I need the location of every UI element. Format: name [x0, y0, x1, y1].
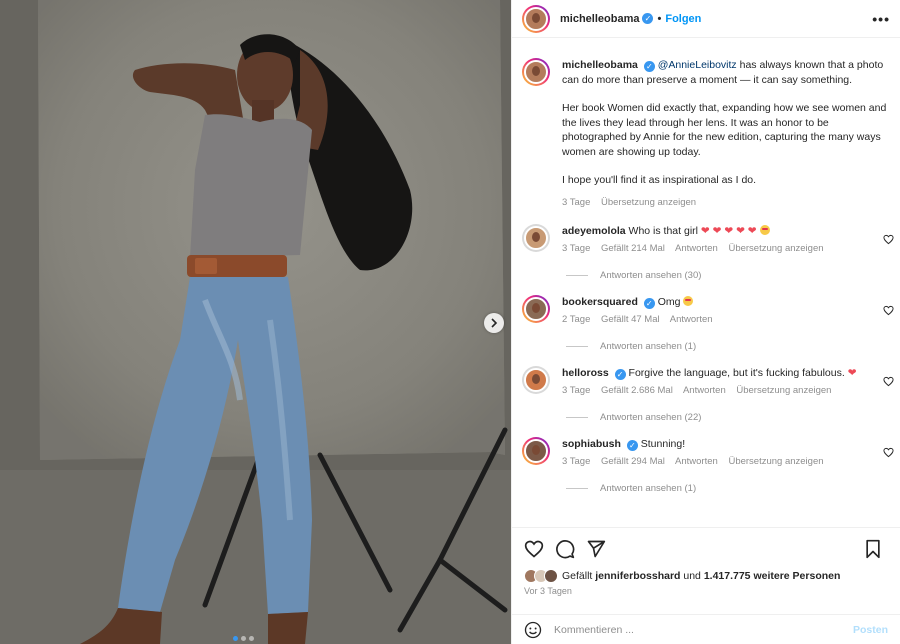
comment-form: Posten	[512, 614, 900, 644]
like-comment-heart-icon[interactable]	[883, 234, 894, 245]
translate-link[interactable]: Übersetzung anzeigen	[736, 385, 831, 396]
save-bookmark-icon[interactable]	[863, 539, 883, 559]
caption-text-3: I hope you'll find it as inspirational a…	[562, 174, 757, 186]
comment-username[interactable]: bookersquared	[562, 296, 638, 308]
comment-input[interactable]	[554, 623, 853, 636]
comment-text: Stunning!	[640, 438, 686, 450]
view-replies-button[interactable]: Antworten ansehen (1)	[566, 483, 900, 494]
comment-text: Forgive the language, but it's fucking f…	[628, 367, 845, 379]
comment-item: helloross ✓ Forgive the language, but it…	[512, 352, 900, 398]
header-username[interactable]: michelleobama	[560, 13, 639, 25]
likes-username[interactable]: jenniferbosshard	[595, 570, 680, 582]
avatar[interactable]	[522, 366, 550, 394]
likes-summary[interactable]: Gefällt jenniferbosshard und 1.417.775 w…	[512, 559, 900, 583]
photo-illustration	[0, 0, 511, 644]
carousel-dot	[233, 636, 238, 641]
carousel-dot	[249, 636, 254, 641]
caption-text-2: Her book Women did exactly that, expandi…	[562, 102, 887, 158]
post-actions: Gefällt jenniferbosshard und 1.417.775 w…	[512, 527, 900, 644]
carousel-dots	[233, 636, 254, 641]
comment-time: 3 Tage	[562, 243, 591, 254]
emoji-picker-icon[interactable]	[524, 621, 542, 639]
avatar	[544, 569, 558, 583]
comment-time: 3 Tage	[562, 456, 591, 467]
caption-time: 3 Tage	[562, 196, 591, 208]
next-photo-button[interactable]	[484, 313, 504, 333]
post-caption: michelleobama ✓ @AnnieLeibovitz has alwa…	[512, 46, 900, 210]
like-comment-heart-icon[interactable]	[883, 447, 894, 458]
verified-badge-icon: ✓	[626, 440, 638, 451]
comment-username[interactable]: sophiabush	[562, 438, 621, 450]
post-sidebar: michelleobama ✓ • Folgen ••• michelleoba…	[511, 0, 900, 644]
comment-item: adeyemolola Who is that girl ❤ ❤ ❤ ❤ ❤ 3…	[512, 210, 900, 256]
caption-username[interactable]: michelleobama	[562, 59, 638, 71]
comment-time: 3 Tage	[562, 385, 591, 396]
verified-badge-icon: ✓	[643, 61, 655, 72]
reply-button[interactable]: Antworten	[675, 243, 718, 254]
follow-button[interactable]: Folgen	[665, 13, 701, 25]
view-replies-label: Antworten ansehen (30)	[600, 270, 702, 281]
translate-link[interactable]: Übersetzung anzeigen	[728, 456, 823, 467]
avatar[interactable]	[522, 437, 550, 465]
view-replies-label: Antworten ansehen (22)	[600, 412, 702, 423]
avatar[interactable]	[522, 224, 550, 252]
comment-item: bookersquared ✓ Omg 2 Tage Gefällt 47 Ma…	[512, 281, 900, 327]
likes-middle: und	[680, 570, 704, 582]
avatar[interactable]	[522, 4, 550, 33]
translate-link[interactable]: Übersetzung anzeigen	[728, 243, 823, 254]
heart-eyes-emoji-icon	[759, 225, 770, 235]
post-header: michelleobama ✓ • Folgen •••	[512, 0, 900, 38]
verified-badge-icon: ✓	[643, 298, 655, 309]
likes-count[interactable]: 1.417.775 weitere Personen	[704, 570, 841, 582]
more-options-icon[interactable]: •••	[872, 11, 890, 27]
avatar[interactable]	[522, 58, 550, 86]
view-replies-button[interactable]: Antworten ansehen (30)	[566, 270, 900, 281]
comment-username[interactable]: adeyemolola	[562, 225, 626, 237]
like-comment-heart-icon[interactable]	[883, 376, 894, 387]
comment-likes[interactable]: Gefällt 294 Mal	[601, 456, 665, 467]
comment-likes[interactable]: Gefällt 214 Mal	[601, 243, 665, 254]
comment-likes[interactable]: Gefällt 2.686 Mal	[601, 385, 673, 396]
comments-scroll[interactable]: michelleobama ✓ @AnnieLeibovitz has alwa…	[512, 46, 900, 526]
heart-emoji: ❤ ❤ ❤ ❤ ❤	[700, 225, 757, 237]
post-photo[interactable]	[0, 0, 511, 644]
verified-badge-icon: ✓	[642, 13, 654, 24]
comment-text: Omg	[657, 296, 681, 308]
avatar[interactable]	[522, 295, 550, 323]
reply-button[interactable]: Antworten	[675, 456, 718, 467]
like-comment-heart-icon[interactable]	[883, 305, 894, 316]
comment-time: 2 Tage	[562, 314, 591, 325]
comment-username[interactable]: helloross	[562, 367, 609, 379]
chevron-right-icon	[491, 318, 498, 328]
reply-button[interactable]: Antworten	[683, 385, 726, 396]
view-replies-button[interactable]: Antworten ansehen (1)	[566, 341, 900, 352]
comment-likes[interactable]: Gefällt 47 Mal	[601, 314, 660, 325]
verified-badge-icon: ✓	[614, 369, 626, 380]
view-replies-button[interactable]: Antworten ansehen (22)	[566, 412, 900, 423]
comment-text: Who is that girl	[628, 225, 698, 237]
view-replies-label: Antworten ansehen (1)	[600, 483, 697, 494]
reply-button[interactable]: Antworten	[670, 314, 713, 325]
heart-eyes-emoji-icon	[683, 296, 694, 306]
comment-item: sophiabush ✓ Stunning! 3 Tage Gefällt 29…	[512, 423, 900, 469]
post-comment-button[interactable]: Posten	[853, 624, 888, 636]
post-date: Vor 3 Tagen	[524, 586, 572, 596]
carousel-dot	[241, 636, 246, 641]
mention-link[interactable]: @AnnieLeibovitz	[658, 59, 737, 71]
share-send-icon[interactable]	[586, 539, 606, 559]
like-heart-icon[interactable]	[524, 539, 544, 559]
heart-emoji: ❤	[847, 367, 857, 379]
comment-bubble-icon[interactable]	[555, 539, 575, 559]
separator: •	[657, 12, 662, 25]
likes-prefix: Gefällt	[562, 570, 596, 582]
view-replies-label: Antworten ansehen (1)	[600, 341, 697, 352]
caption-translate-link[interactable]: Übersetzung anzeigen	[601, 197, 696, 208]
